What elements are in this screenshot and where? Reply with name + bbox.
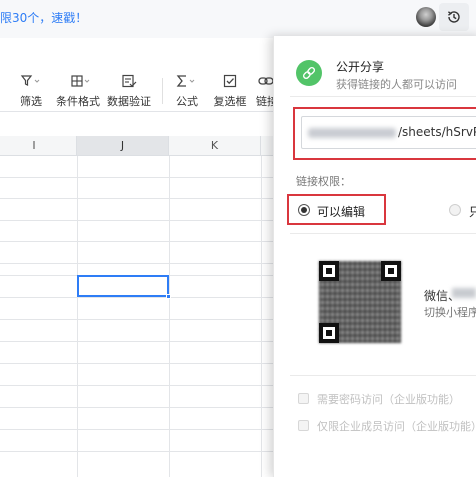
top-bar: 限30个，速戳！	[0, 0, 476, 38]
formula-label: 公式	[176, 95, 198, 108]
radio-can-edit[interactable]	[298, 204, 310, 216]
formula-button[interactable]: 公式	[170, 73, 204, 109]
checkbox-password-access[interactable]	[298, 393, 309, 404]
password-access-label[interactable]: 需要密码访问（企业版功能）	[317, 391, 460, 407]
toolbar-divider	[162, 78, 163, 104]
qr-caption-redacted	[452, 288, 476, 298]
radio-read-only[interactable]	[449, 204, 461, 216]
fill-handle[interactable]	[166, 294, 171, 299]
conditional-format-icon	[71, 75, 90, 87]
checkbox-icon	[223, 74, 237, 88]
checkbox-enterprise-only[interactable]	[298, 420, 309, 431]
selected-cell[interactable]	[77, 275, 169, 297]
link-icon	[258, 77, 274, 85]
enterprise-only-label[interactable]: 仅限企业成员访问（企业版功能）	[317, 418, 476, 434]
user-avatar[interactable]	[416, 7, 436, 27]
sigma-icon	[176, 75, 195, 87]
panel-divider	[290, 233, 476, 234]
radio-can-edit-label[interactable]: 可以编辑	[317, 203, 365, 220]
share-panel: 公开分享 获得链接的人都可以访问 /sheets/hSrvP7kM 链接权限： …	[273, 36, 476, 477]
share-url-text: /sheets/hSrvP7kM	[398, 125, 476, 139]
data-validation-label: 数据验证	[107, 95, 151, 108]
url-redacted-part	[308, 128, 396, 138]
history-clock-icon	[447, 11, 460, 23]
share-url-field[interactable]: /sheets/hSrvP7kM	[301, 116, 476, 149]
qr-caption-line2: 切换小程序	[424, 306, 476, 319]
radio-read-only-label[interactable]: 只	[469, 203, 476, 220]
conditional-format-label: 条件格式	[56, 95, 100, 108]
qr-code	[319, 261, 401, 343]
permission-label: 链接权限：	[296, 175, 351, 188]
share-link-icon	[296, 60, 322, 86]
promo-banner-link[interactable]: 限30个，速戳！	[0, 9, 87, 26]
checkbox-button[interactable]: 复选框	[210, 73, 250, 109]
panel-divider	[290, 375, 476, 376]
filter-label: 筛选	[20, 95, 42, 108]
filter-icon	[20, 75, 40, 86]
filter-button[interactable]: 筛选	[14, 73, 48, 109]
checkbox-label: 复选框	[213, 95, 247, 108]
data-validation-icon	[122, 74, 137, 88]
column-header-i[interactable]: I	[0, 136, 77, 156]
column-header-j[interactable]: J	[77, 136, 169, 156]
data-validation-button[interactable]: 数据验证	[104, 73, 154, 109]
history-button[interactable]	[439, 3, 469, 31]
share-panel-subtitle: 获得链接的人都可以访问	[336, 78, 457, 91]
share-panel-title: 公开分享	[336, 60, 385, 74]
column-header-k[interactable]: K	[169, 136, 261, 156]
panel-divider	[290, 96, 476, 97]
conditional-format-button[interactable]: 条件格式	[52, 73, 104, 109]
